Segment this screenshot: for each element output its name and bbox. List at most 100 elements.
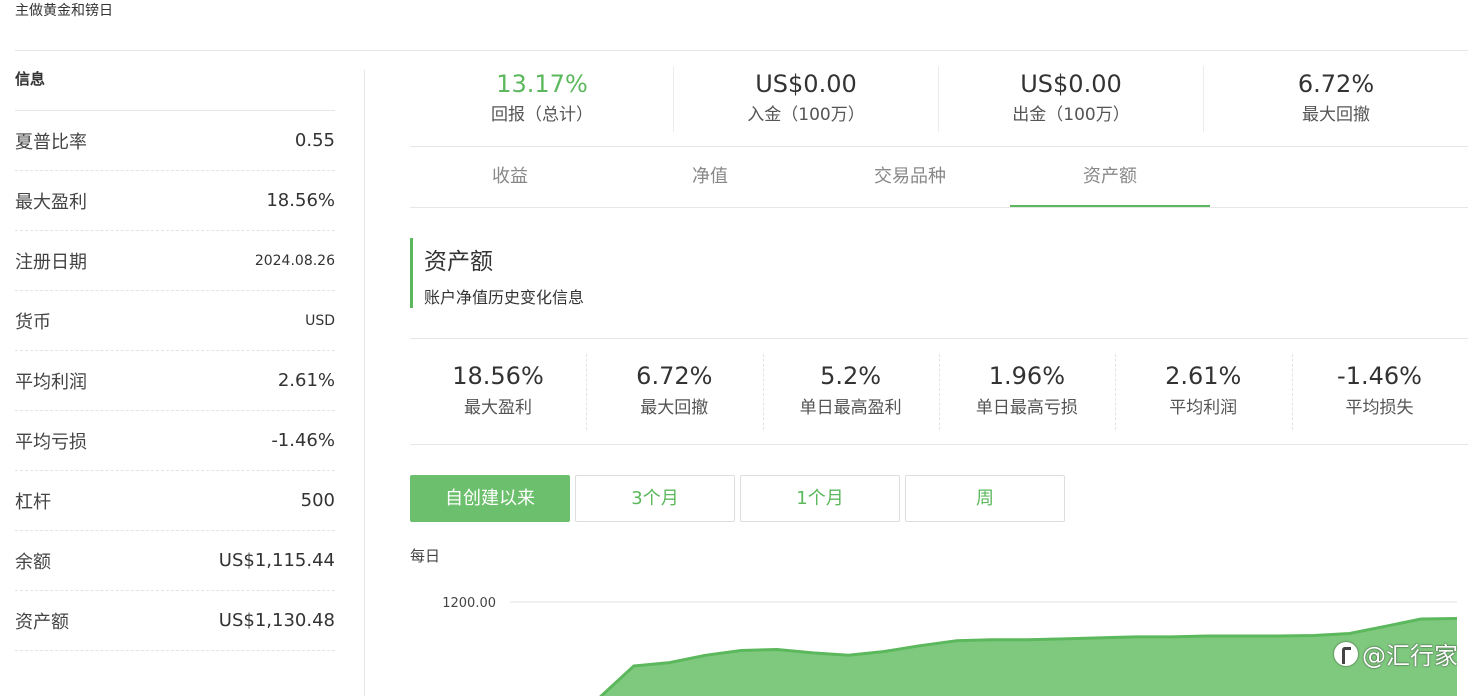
- metric-label: 单日最高盈利: [799, 398, 902, 418]
- data-point: [1097, 636, 1101, 640]
- info-label: 注册日期: [15, 251, 87, 273]
- period-button-3[interactable]: 1个月: [740, 475, 900, 522]
- tab-2[interactable]: 净值: [610, 147, 810, 207]
- metric-separator: [1115, 354, 1117, 430]
- metric-label: 最大回撤: [640, 398, 709, 418]
- info-label: 杠杆: [15, 491, 51, 513]
- tab-4[interactable]: 资产额: [1010, 147, 1210, 207]
- summary-stat: 6.72% 最大回撤: [1204, 66, 1468, 132]
- summary-stat-label: 出金（100万）: [1012, 105, 1130, 125]
- summary-stat-label: 最大回撤: [1302, 105, 1370, 125]
- data-point: [1455, 617, 1459, 621]
- info-row: 资产额 US$1,130.48: [15, 591, 335, 651]
- metric-card: -1.46% 平均损失: [1292, 356, 1468, 432]
- data-point: [1169, 635, 1173, 639]
- section-divider: [410, 338, 1468, 339]
- y-tick-label: 1200.00: [442, 596, 496, 611]
- info-row: 平均利润 2.61%: [15, 351, 335, 411]
- metric-value: 2.61%: [1165, 362, 1242, 390]
- metric-card: 1.96% 单日最高亏损: [939, 356, 1115, 432]
- data-point: [882, 650, 886, 654]
- data-point: [1383, 624, 1387, 628]
- metric-value: -1.46%: [1337, 362, 1422, 390]
- chart-frequency-label: 每日: [410, 547, 441, 565]
- period-button-2[interactable]: 3个月: [575, 475, 735, 522]
- data-point: [775, 648, 779, 652]
- data-point: [1061, 637, 1065, 641]
- data-point: [1312, 634, 1316, 638]
- equity-area: [598, 618, 1457, 696]
- info-row: 杠杆 500: [15, 471, 335, 531]
- info-value: USD: [305, 312, 335, 329]
- info-title: 信息: [15, 60, 335, 111]
- stat-separator: [1203, 66, 1204, 132]
- info-value: 18.56%: [266, 190, 335, 211]
- data-point: [1419, 617, 1423, 621]
- metric-value: 6.72%: [636, 362, 713, 390]
- data-point: [1276, 634, 1280, 638]
- metric-label: 单日最高亏损: [975, 398, 1078, 418]
- summary-stat-label: 回报（总计）: [491, 105, 593, 125]
- metric-card: 2.61% 平均利润: [1115, 356, 1291, 432]
- metric-label: 平均损失: [1345, 398, 1414, 418]
- data-point: [1348, 632, 1352, 636]
- metric-value: 5.2%: [820, 362, 882, 390]
- metric-separator: [762, 354, 765, 430]
- data-point: [1205, 634, 1209, 638]
- info-row: 余额 US$1,115.44: [15, 531, 335, 591]
- stat-separator: [938, 66, 939, 132]
- data-point: [1240, 634, 1244, 638]
- info-row: 注册日期 2024.08.26: [15, 231, 335, 291]
- data-point: [1026, 638, 1030, 642]
- metric-card: 18.56% 最大盈利: [410, 356, 586, 432]
- info-value: US$1,130.48: [218, 610, 335, 631]
- watermark: @汇行家: [1334, 636, 1458, 671]
- summary-stat: US$0.00 入金（100万）: [674, 66, 938, 132]
- metric-card: 5.2% 单日最高盈利: [763, 356, 939, 432]
- info-label: 货币: [15, 311, 51, 333]
- metric-label: 最大盈利: [464, 398, 532, 418]
- info-list: 夏普比率 0.55 最大盈利 18.56% 注册日期 2024.08.26 货币 USD 平均利…: [15, 111, 335, 651]
- metric-card: 6.72% 最大回撤: [586, 356, 762, 432]
- info-row: 最大盈利 18.56%: [15, 171, 335, 231]
- watermark-text: @汇行家: [1362, 642, 1458, 670]
- header-divider: [15, 50, 1468, 51]
- period-button-1[interactable]: 自创建以来: [410, 475, 570, 522]
- info-value: 0.55: [294, 130, 335, 151]
- data-point: [668, 661, 672, 665]
- data-point: [739, 649, 743, 653]
- period-button-4[interactable]: 周: [905, 475, 1065, 522]
- info-value: US$1,115.44: [218, 550, 335, 571]
- tab-1[interactable]: 收益: [410, 147, 610, 207]
- data-point: [811, 651, 815, 655]
- metric-separator: [938, 354, 941, 430]
- data-point: [990, 638, 994, 642]
- summary-stat-value: 13.17%: [496, 70, 588, 98]
- data-point: [1133, 635, 1137, 639]
- metrics-divider: [410, 444, 1468, 445]
- data-point: [918, 644, 922, 648]
- summary-stat-value: US$0.00: [1020, 70, 1122, 98]
- tabs-divider: [410, 207, 1468, 208]
- info-value: 500: [300, 490, 335, 511]
- info-value: -1.46%: [271, 430, 335, 451]
- summary-stat-label: 入金（100万）: [747, 105, 865, 125]
- metric-value: 1.96%: [988, 362, 1066, 390]
- metric-value: 18.56%: [452, 362, 544, 390]
- info-sidebar: 信息 夏普比率 0.55 最大盈利 18.56% 注册日期 2024.08.26 货币 USD…: [15, 60, 335, 651]
- data-point: [847, 653, 851, 657]
- summary-stat-value: 6.72%: [1297, 70, 1375, 98]
- section-accent-bar: [410, 238, 413, 308]
- data-point: [703, 653, 707, 657]
- summary-stat: US$0.00 出金（100万）: [939, 66, 1203, 132]
- info-value: 2.61%: [277, 370, 335, 391]
- metric-separator: [586, 354, 588, 430]
- info-label: 余额: [15, 551, 51, 573]
- summary-stat: 13.17% 回报（总计）: [410, 66, 674, 132]
- info-row: 夏普比率 0.55: [15, 111, 335, 171]
- tab-3[interactable]: 交易品种: [810, 147, 1010, 207]
- info-value: 2024.08.26: [254, 252, 335, 269]
- info-label: 平均利润: [15, 371, 87, 393]
- watermark-logo-icon: [1334, 641, 1358, 666]
- stat-separator: [673, 66, 674, 132]
